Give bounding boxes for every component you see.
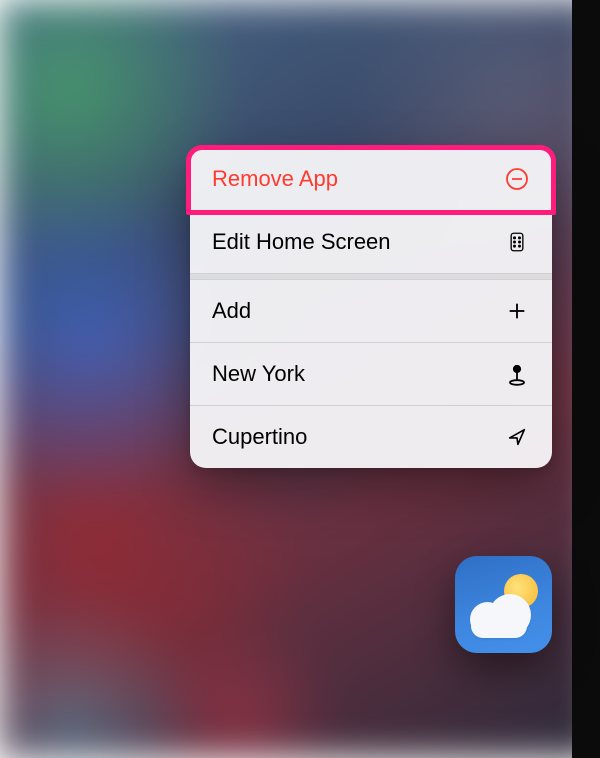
minus-circle-icon (504, 166, 530, 192)
weather-app-icon[interactable] (455, 556, 552, 653)
homescreen-icon (504, 229, 530, 255)
right-dark-edge (572, 0, 600, 758)
menu-item-cupertino[interactable]: Cupertino (190, 406, 552, 468)
location-arrow-icon (504, 424, 530, 450)
menu-item-label: Cupertino (212, 424, 307, 450)
pin-icon (504, 361, 530, 387)
context-menu: Remove App Edit Home Screen Add New (190, 148, 552, 468)
menu-item-label: Edit Home Screen (212, 229, 391, 255)
menu-item-label: New York (212, 361, 305, 387)
menu-item-new-york[interactable]: New York (190, 343, 552, 405)
menu-separator-thick (190, 273, 552, 280)
menu-item-label: Remove App (212, 166, 338, 192)
menu-item-add[interactable]: Add (190, 280, 552, 342)
menu-item-remove-app[interactable]: Remove App (190, 148, 552, 210)
plus-icon (504, 298, 530, 324)
menu-item-edit-home-screen[interactable]: Edit Home Screen (190, 211, 552, 273)
menu-item-label: Add (212, 298, 251, 324)
cloud-icon (465, 594, 533, 636)
